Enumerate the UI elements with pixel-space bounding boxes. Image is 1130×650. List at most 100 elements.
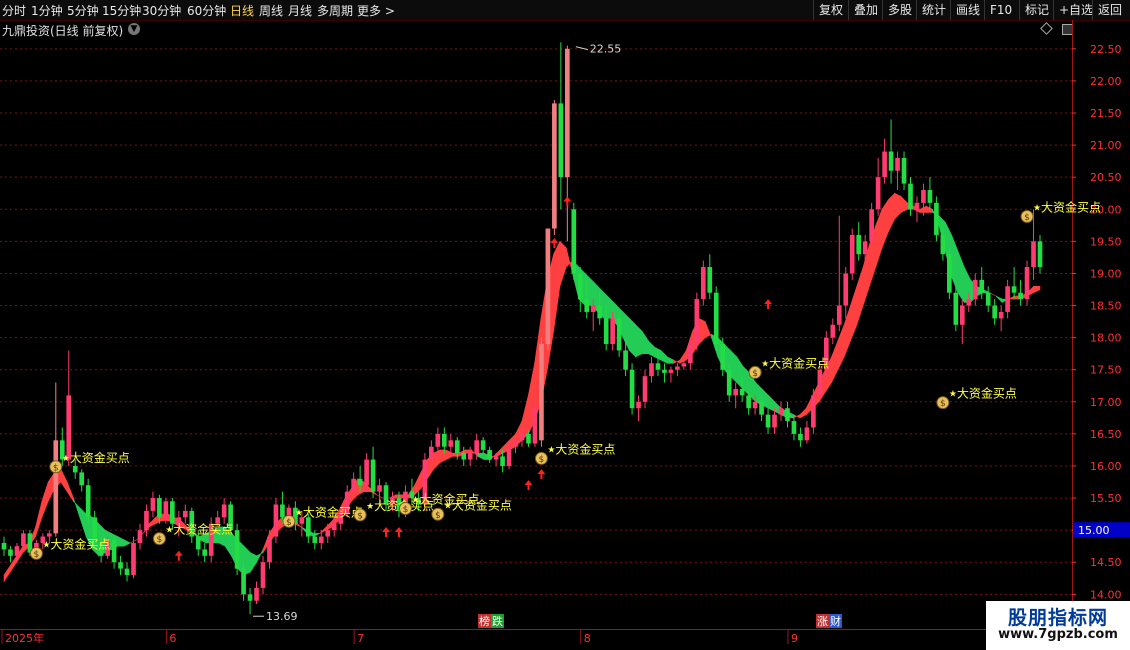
trend-band-segment <box>799 407 807 419</box>
trend-band-segment <box>648 340 655 358</box>
candle-body <box>733 388 739 396</box>
money-bag-glyph: $ <box>940 399 946 409</box>
high-label: 22.55 <box>590 43 622 56</box>
candle-body <box>836 305 842 325</box>
candle-body <box>305 517 311 537</box>
candle-body <box>804 427 810 441</box>
candle-body <box>364 459 369 486</box>
candle-body <box>545 228 551 345</box>
y-tick-label: 21.00 <box>1090 139 1122 152</box>
candle-body <box>655 363 661 370</box>
candle-body <box>1037 241 1043 268</box>
x-tick-label: 8 <box>584 632 591 645</box>
candle-body <box>707 267 713 293</box>
trend-band-segment <box>148 516 156 528</box>
candle-body <box>325 530 331 537</box>
candle-body <box>623 350 628 370</box>
candle-body <box>746 395 751 409</box>
candle-body <box>862 241 868 255</box>
candle-body <box>888 151 894 171</box>
y-tick-label: 16.00 <box>1090 460 1122 473</box>
candle-body <box>921 190 926 203</box>
trend-band-segment <box>704 321 712 339</box>
candle-body <box>318 536 324 543</box>
trend-band-segment <box>79 506 87 537</box>
candle-body <box>131 542 136 576</box>
candle-body <box>513 440 518 447</box>
candle-body <box>480 440 486 450</box>
trend-band-segment <box>553 241 561 332</box>
candle-body <box>46 533 52 537</box>
candle-body <box>752 401 758 409</box>
star-icon: ★ <box>165 526 173 536</box>
candle-body <box>726 369 732 396</box>
candle-body <box>532 408 538 444</box>
candle-body <box>778 408 784 415</box>
candle-body <box>241 568 246 595</box>
candle-body <box>700 267 706 300</box>
trend-band-segment <box>35 501 43 537</box>
candle-body <box>429 446 434 460</box>
trend-band-segment <box>452 452 460 457</box>
candlestick-chart: 14.00 14.50 15.00 15.50 16.00 16.50 17.00 17.50… <box>0 20 1130 645</box>
candle-body <box>552 103 557 229</box>
money-bag-glyph: $ <box>357 511 363 521</box>
candle-body <box>474 440 480 454</box>
candle-body <box>584 299 590 312</box>
trend-band-segment <box>900 195 908 213</box>
candle-body <box>182 510 188 518</box>
star-icon: ★ <box>1033 203 1041 213</box>
y-tick-label: 17.50 <box>1090 364 1122 377</box>
candle-body <box>681 363 687 367</box>
up-arrow-icon <box>524 480 533 491</box>
trend-band-segment <box>768 394 775 412</box>
candle-body <box>1018 292 1023 300</box>
star-icon: ★ <box>547 445 555 455</box>
low-label: 13.69 <box>266 610 298 623</box>
watermark: 股朋指标网 www.7gpzb.com <box>986 601 1130 650</box>
candle-body <box>895 157 900 171</box>
candle-body <box>616 318 622 351</box>
up-arrow-icon <box>382 526 391 537</box>
candle-body <box>985 292 991 306</box>
candle-body <box>785 408 790 422</box>
candle-body <box>448 440 454 447</box>
trend-band-segment <box>622 311 630 351</box>
candle-body <box>577 273 583 300</box>
candle-body <box>280 504 285 518</box>
candle-body <box>992 305 998 319</box>
trend-band-segment <box>559 240 567 287</box>
x-tick-label: 7 <box>357 632 364 645</box>
star-icon: ★ <box>411 495 419 505</box>
trend-band-segment <box>3 564 11 583</box>
candle-body <box>118 562 123 569</box>
candle-body <box>649 363 654 377</box>
candle-body <box>830 324 836 338</box>
up-arrow-icon <box>537 469 546 480</box>
trend-band-segment <box>1033 285 1041 294</box>
candle-body <box>856 234 862 255</box>
candle-body <box>817 369 823 396</box>
candle-body <box>377 485 382 492</box>
trend-band-segment <box>843 305 851 357</box>
candle-body <box>642 376 648 402</box>
candle-body <box>869 209 874 242</box>
up-arrow-icon <box>174 550 183 561</box>
candle-body <box>79 472 85 486</box>
candle-body <box>947 254 952 293</box>
signal-label: 大资金买点 <box>173 522 233 537</box>
y-tick-label: 22.50 <box>1090 43 1122 56</box>
candle-body <box>493 456 499 460</box>
candle-body <box>72 465 78 473</box>
star-icon: ★ <box>949 390 957 400</box>
y-tick-label: 19.00 <box>1090 267 1122 280</box>
trend-band-segment <box>856 266 864 325</box>
candle-body <box>811 395 816 428</box>
candle-body <box>500 456 505 466</box>
trend-band-segment <box>793 414 801 419</box>
trend-band-segment <box>603 291 611 319</box>
candle-body <box>137 530 143 543</box>
candle-body <box>610 318 615 345</box>
candle-body <box>454 440 460 454</box>
trend-band-segment <box>123 539 132 547</box>
